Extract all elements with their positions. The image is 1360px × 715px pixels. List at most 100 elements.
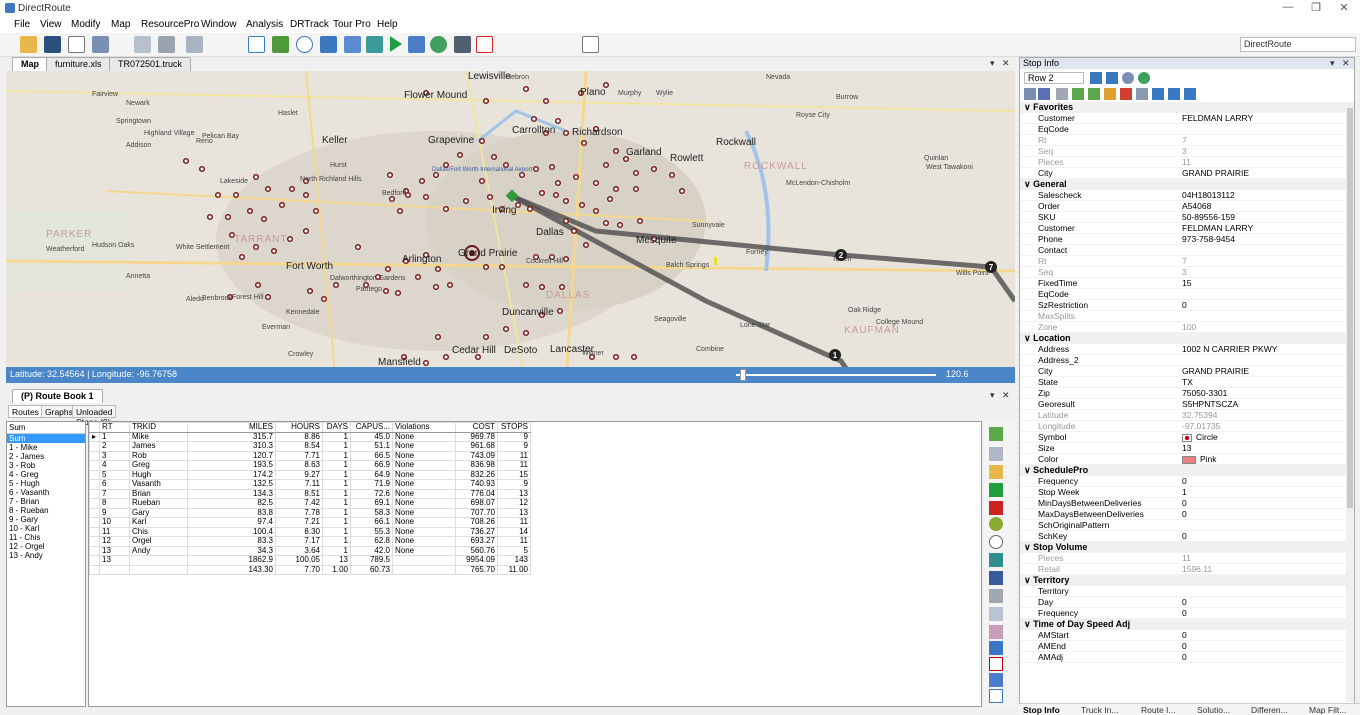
property-value[interactable]: Pink (1182, 454, 1217, 465)
stop-marker[interactable] (252, 243, 260, 251)
routebook-pin-button[interactable]: ▾ (990, 390, 995, 401)
table-cell[interactable]: 66.5 (350, 450, 393, 461)
window-icon[interactable] (989, 689, 1003, 703)
stop-marker[interactable] (206, 213, 214, 221)
save-icon[interactable] (44, 36, 61, 53)
route-list-item[interactable]: Sum (7, 434, 85, 443)
stop-marker[interactable] (552, 191, 560, 199)
stop-marker[interactable] (394, 289, 402, 297)
property-scrollbar[interactable] (1346, 102, 1354, 702)
table-cell[interactable]: 765.70 (455, 564, 498, 575)
tab-truck-file[interactable]: TR072501.truck (109, 57, 192, 71)
table-cell[interactable]: 1 (322, 460, 351, 471)
table-cell[interactable]: Chis (129, 526, 188, 537)
table-cell[interactable]: None (392, 479, 456, 490)
stop-marker[interactable] (224, 213, 232, 221)
stop-marker[interactable] (562, 197, 570, 205)
stop-marker[interactable] (650, 165, 658, 173)
property-value[interactable]: 3 (1182, 267, 1187, 278)
table-cell[interactable]: 72.6 (350, 488, 393, 499)
next-row-icon[interactable] (1106, 72, 1118, 84)
stop-marker[interactable] (422, 193, 430, 201)
property-row[interactable]: SchKey 0 (1020, 531, 1346, 542)
table-cell[interactable]: 10 (99, 517, 130, 528)
route-list-item[interactable]: 11 - Chis (7, 533, 85, 542)
property-value[interactable]: 1002 N CARRIER PKWY (1182, 344, 1277, 355)
column-header[interactable]: Violations (392, 422, 456, 433)
tool-b-icon[interactable] (1088, 88, 1100, 100)
image-icon[interactable] (134, 36, 151, 53)
refresh-stop-icon[interactable] (1138, 72, 1150, 84)
property-row[interactable]: SKU 50-89556-159 (1020, 212, 1346, 223)
clear-icon[interactable] (989, 657, 1003, 671)
route-list-item[interactable]: 7 - Brian (7, 497, 85, 506)
truck-icon[interactable] (158, 36, 175, 53)
table-cell[interactable]: 7.78 (275, 507, 323, 518)
table-cell[interactable]: Rueban (129, 498, 188, 509)
column-header[interactable]: HOURS (275, 422, 323, 433)
property-category[interactable]: ∨ Stop Volume (1020, 542, 1346, 553)
table-cell[interactable]: 1 (322, 488, 351, 499)
table-cell[interactable]: None (392, 488, 456, 499)
table-cell[interactable]: 69.1 (350, 498, 393, 509)
stop-marker[interactable] (482, 263, 490, 271)
stop-marker[interactable] (592, 179, 600, 187)
table-cell[interactable]: 708.26 (455, 517, 498, 528)
stop-marker[interactable] (602, 219, 610, 227)
add-route-icon[interactable] (989, 483, 1003, 497)
table-cell[interactable]: 42.0 (350, 545, 393, 556)
tab-furniture-xls[interactable]: furniture.xls (46, 57, 111, 71)
subtab-unloaded-stops[interactable]: Unloaded Stops (0) (72, 405, 117, 427)
subtab-routes[interactable]: Routes (8, 405, 43, 418)
table-cell[interactable]: James (129, 441, 188, 452)
map-close-button[interactable]: ✕ (1002, 58, 1010, 69)
table-cell[interactable]: 97.4 (187, 517, 276, 528)
stop-marker[interactable] (422, 359, 430, 367)
menu-resourcepro[interactable]: ResourcePro (141, 19, 199, 30)
property-row[interactable]: SchOriginalPattern (1020, 520, 1346, 531)
stop-marker[interactable] (482, 333, 490, 341)
globe-icon[interactable] (989, 517, 1003, 531)
table-cell[interactable]: 1 (322, 469, 351, 480)
property-row[interactable]: State TX (1020, 377, 1346, 388)
property-row[interactable]: Phone 973-758-9454 (1020, 234, 1346, 245)
profile-combo[interactable]: DirectRoute (1240, 37, 1356, 52)
bottom-tab-solution[interactable]: Solutio... (1197, 705, 1230, 715)
menu-window[interactable]: Window (201, 19, 237, 30)
filter-rows-icon[interactable] (989, 589, 1003, 603)
table-cell[interactable]: 11 (99, 526, 130, 537)
route-list-item[interactable]: 9 - Gary (7, 515, 85, 524)
previous-row-icon[interactable] (1090, 72, 1102, 84)
table-cell[interactable]: 83.3 (187, 536, 276, 547)
table-cell[interactable]: 1 (322, 517, 351, 528)
table-cell[interactable]: 51.1 (350, 441, 393, 452)
property-row[interactable]: City GRAND PRAIRIE (1020, 168, 1346, 179)
property-value[interactable]: 0 (1182, 300, 1187, 311)
table-cell[interactable]: 9 (99, 507, 130, 518)
grid-layout-icon[interactable] (989, 447, 1003, 461)
table-cell[interactable]: None (392, 498, 456, 509)
table-cell[interactable]: 7.17 (275, 536, 323, 547)
property-value[interactable]: 0 (1182, 476, 1187, 487)
stop-marker[interactable] (238, 253, 246, 261)
table-cell[interactable]: 740.93 (455, 479, 498, 490)
stop-marker[interactable] (302, 227, 310, 235)
table-cell[interactable]: 12 (497, 498, 531, 509)
table-row[interactable]: 5 Hugh 174.2 9.27 1 64.9 None 832.26 15 (89, 469, 531, 480)
property-row[interactable]: AMStart 0 (1020, 630, 1346, 641)
stop-marker[interactable] (558, 283, 566, 291)
table-cell[interactable]: None (392, 450, 456, 461)
table-cell[interactable]: 1862.9 (187, 555, 276, 566)
table-cell[interactable]: 66.9 (350, 460, 393, 471)
property-value[interactable]: TX (1182, 377, 1193, 388)
table-cell[interactable]: 7.11 (275, 479, 323, 490)
table-cell[interactable]: 13 (497, 507, 531, 518)
stop-marker[interactable] (320, 295, 328, 303)
table-cell[interactable]: 4 (99, 460, 130, 471)
property-row[interactable]: Frequency 0 (1020, 476, 1346, 487)
select-pointer-icon[interactable] (248, 36, 265, 53)
property-scroll-thumb[interactable] (1347, 108, 1353, 508)
table-row[interactable]: 6 Vasanth 132.5 7.11 1 71.9 None 740.93 9 (89, 479, 531, 490)
stop-marker[interactable] (554, 117, 562, 125)
table-cell[interactable]: 143 (497, 555, 531, 566)
